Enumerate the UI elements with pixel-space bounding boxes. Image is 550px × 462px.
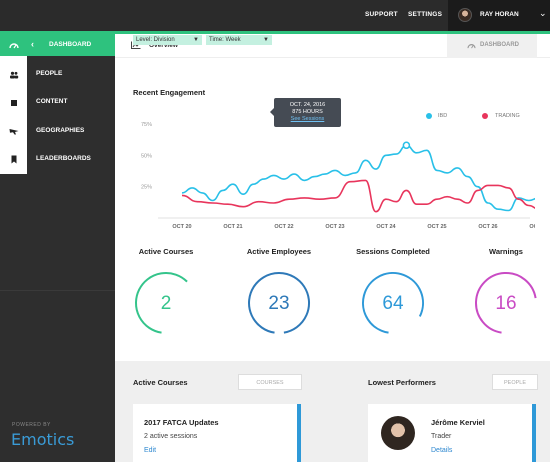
x-tick-label: OCT 20 (172, 224, 191, 230)
stat-label-active-courses: Active Courses (138, 247, 194, 256)
course-card-sessions: 2 active sessions (144, 433, 198, 440)
lowest-performers-title: Lowest Performers (368, 378, 436, 387)
powered-by-label: POWERED BY (12, 422, 51, 428)
gauge-icon (467, 44, 476, 49)
x-tick-label: OCT 24 (376, 224, 396, 230)
level-select[interactable]: Level: Division ▼ (133, 35, 202, 45)
stat-label-active-employees: Active Employees (246, 247, 312, 256)
sidebar: ‹ DASHBOARD PEOPLE CONTENT GEOGRAPHIES L… (0, 34, 115, 462)
content-icon (10, 100, 17, 106)
support-link[interactable]: SUPPORT (365, 11, 398, 18)
sidebar-item-leaderboards[interactable]: LEADERBOARDS (36, 155, 91, 162)
x-tick-label: OCT 22 (274, 224, 293, 230)
sidebar-item-geographies[interactable]: GEOGRAPHIES (36, 127, 84, 134)
x-tick-label: OCT 27 (529, 224, 535, 230)
dashboard-rail-button[interactable] (0, 34, 27, 56)
stat-label-sessions-completed: Sessions Completed (356, 247, 430, 256)
performer-role: Trader (431, 433, 452, 440)
tab-label: DASHBOARD (480, 42, 519, 48)
sidebar-item-content[interactable]: CONTENT (36, 98, 67, 105)
performer-name: Jérôme Kerviel (431, 418, 485, 427)
engagement-title: Recent Engagement (133, 88, 206, 97)
bookmark-icon (11, 155, 16, 163)
stat-value-sessions-completed: 64 (382, 293, 404, 314)
sidebar-item-people[interactable]: PEOPLE (36, 70, 62, 77)
stat-value-active-courses: 2 (160, 293, 172, 314)
people-rail-button[interactable] (0, 61, 27, 89)
sidebar-item-label: DASHBOARD (49, 41, 92, 48)
brand-logo: Emotics (11, 430, 75, 449)
avatar (381, 416, 415, 450)
people-icon (9, 71, 18, 79)
divider (0, 290, 115, 291)
time-select[interactable]: Time: Week ▼ (206, 35, 272, 45)
x-tick-label: OCT 26 (478, 224, 497, 230)
icon-rail (0, 34, 27, 174)
y-tick-label: 75% (141, 122, 152, 128)
leaderboards-rail-button[interactable] (0, 145, 27, 173)
user-name: RAY HORAN (480, 11, 519, 18)
caret-down-icon: ▼ (193, 37, 199, 43)
x-tick-label: OCT 23 (325, 224, 344, 230)
see-sessions-link[interactable]: See Sessions (274, 116, 341, 123)
y-tick-label: 50% (141, 153, 152, 159)
chevron-left-icon[interactable]: ‹ (31, 39, 34, 49)
courses-button[interactable]: COURSES (238, 374, 302, 390)
caret-down-icon: ▼ (263, 37, 269, 43)
stat-value-active-employees: 23 (268, 293, 290, 314)
series-line-ibd (181, 144, 535, 212)
course-card-title: 2017 FATCA Updates (144, 418, 219, 427)
content-rail-button[interactable] (0, 89, 27, 117)
top-bar: SUPPORT SETTINGS RAY HORAN ⌄ (0, 0, 550, 31)
x-tick-label: OCT 25 (427, 224, 446, 230)
geographies-rail-button[interactable] (0, 117, 27, 145)
active-courses-title: Active Courses (133, 378, 188, 387)
x-tick-label: OCT 21 (223, 224, 242, 230)
y-tick-label: 25% (141, 185, 152, 191)
people-button[interactable]: PEOPLE (492, 374, 538, 390)
level-select-value: Level: Division (136, 37, 175, 43)
user-menu[interactable]: RAY HORAN ⌄ (448, 0, 550, 31)
settings-link[interactable]: SETTINGS (408, 11, 442, 18)
highlighted-point[interactable] (402, 141, 411, 150)
avatar (458, 8, 472, 22)
chart-tooltip: OCT. 24, 2016 875 HOURS See Sessions (270, 98, 341, 127)
time-select-value: Time: Week (209, 37, 241, 43)
tooltip-hours: 875 HOURS (292, 109, 323, 115)
sidebar-item-dashboard[interactable]: ‹ DASHBOARD (27, 34, 115, 56)
plane-icon (9, 129, 18, 135)
tab-dashboard[interactable]: DASHBOARD (447, 34, 537, 58)
chevron-down-icon[interactable]: ⌄ (539, 8, 547, 19)
stat-value-warnings: 16 (495, 293, 517, 314)
engagement-chart: 75% 50% 25% OCT 20 OCT 21 OCT 22 OCT 23 OCT 24 O… (141, 122, 535, 230)
stat-label-warnings: Warnings (489, 247, 523, 256)
course-edit-link[interactable]: Edit (144, 447, 156, 454)
gauge-icon (8, 43, 19, 49)
tooltip-date: OCT. 24, 2016 (289, 102, 326, 108)
performer-details-link[interactable]: Details (431, 447, 452, 454)
